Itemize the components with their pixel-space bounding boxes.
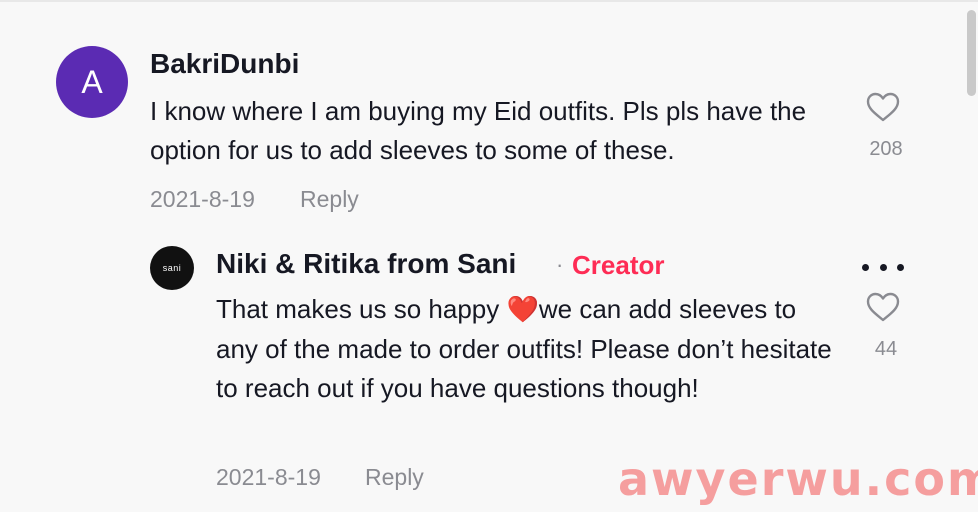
separator-dot: · <box>556 252 564 277</box>
reply-reply-button[interactable]: Reply <box>365 464 424 491</box>
reply-username[interactable]: Niki & Ritika from Sani <box>216 248 516 280</box>
comment-like-count: 208 <box>869 138 903 160</box>
heart-outline-icon[interactable] <box>866 292 900 322</box>
avatar[interactable]: A <box>56 46 128 118</box>
reply-text-part: That makes us so happy <box>216 294 507 324</box>
more-horizontal-icon[interactable] <box>862 258 904 276</box>
comment-reply-button[interactable]: Reply <box>300 186 359 213</box>
watermark: awyerwu.com <box>618 452 978 506</box>
comment-date: 2021-8-19 <box>150 186 255 212</box>
avatar[interactable]: sani <box>150 246 194 290</box>
reply-date: 2021-8-19 <box>216 464 321 490</box>
reply-like-count: 44 <box>874 338 898 360</box>
comments-panel: A BakriDunbi I know where I am buying my… <box>0 0 978 512</box>
avatar-logo-text: sani <box>162 263 182 273</box>
comment-username[interactable]: BakriDunbi <box>150 48 299 80</box>
divider <box>0 0 978 2</box>
heart-emoji-icon: ❤️ <box>506 294 539 324</box>
heart-outline-icon[interactable] <box>866 92 900 122</box>
creator-badge: Creator <box>572 250 665 280</box>
comment-text: I know where I am buying my Eid outfits.… <box>150 96 807 165</box>
scrollbar[interactable] <box>967 10 976 96</box>
avatar-letter: A <box>81 63 103 100</box>
reply-text: That makes us so happy ❤️we can add slee… <box>216 290 836 409</box>
